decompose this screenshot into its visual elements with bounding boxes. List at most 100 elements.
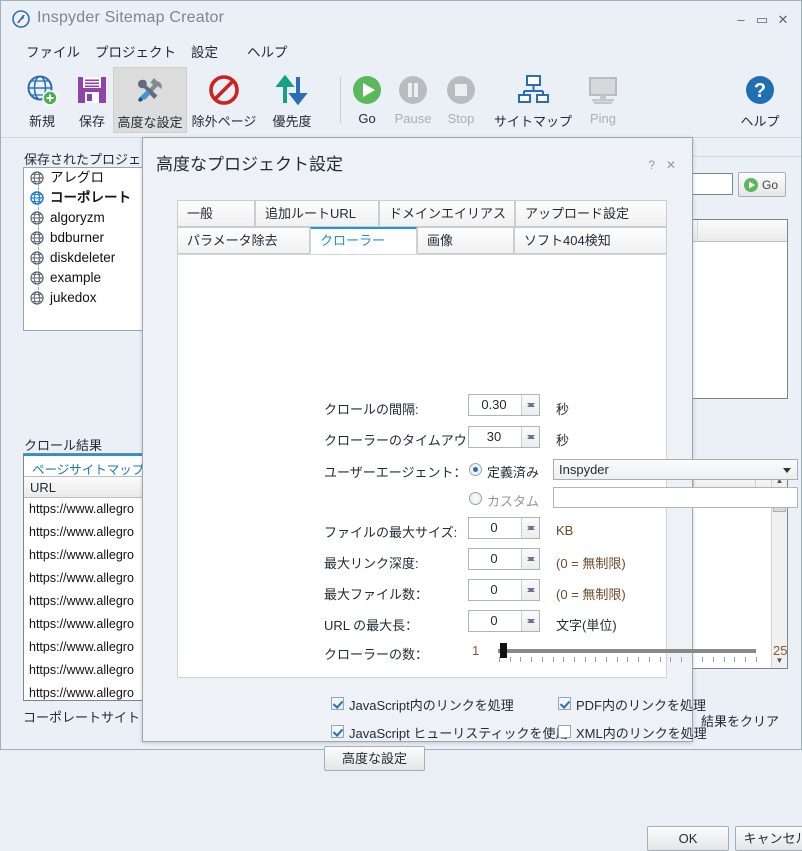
close-button[interactable]: ✕ xyxy=(776,13,790,27)
clear-results-link[interactable]: 結果をクリア xyxy=(701,711,779,730)
custom-user-agent-input[interactable] xyxy=(553,487,798,508)
crawler-count-slider-thumb[interactable] xyxy=(500,643,507,658)
max-file-size-unit: KB xyxy=(556,523,574,538)
tab-row-2: パラメータ除去 クローラー 画像 ソフト404検知 xyxy=(177,227,667,254)
checkbox-label-process-javascript-links[interactable]: JavaScript内のリンクを処理 xyxy=(349,695,514,714)
checkbox-label-process-xml-links[interactable]: XML内のリンクを処理 xyxy=(576,723,707,742)
globe-icon xyxy=(30,191,44,205)
toolbar: 新規 保存 高度な設定 除外ページ 優先度 Go Pause Stop サイトマ… xyxy=(1,65,801,137)
toolbar-label-go: Go xyxy=(358,111,376,126)
toolbar-button-help[interactable]: ? ヘルプ xyxy=(731,67,789,133)
max-link-depth-stepper[interactable] xyxy=(521,549,539,569)
crawl-delay-value: 0.30 xyxy=(481,397,507,412)
max-file-size-stepper[interactable] xyxy=(521,518,539,538)
application-window: Inspyder Sitemap Creator – ▭ ✕ ファイル プロジェ… xyxy=(0,0,802,851)
title-bar: Inspyder Sitemap Creator – ▭ ✕ xyxy=(1,1,801,37)
stepper-down-icon[interactable] xyxy=(522,403,539,415)
crawler-timeout-spinner[interactable]: 30 xyxy=(468,426,540,448)
menu-item-help[interactable]: ヘルプ xyxy=(244,39,291,63)
tab-images[interactable]: 画像 xyxy=(417,227,514,254)
stepper-down-icon[interactable] xyxy=(522,435,539,447)
radio-predefined-user-agent[interactable] xyxy=(469,463,482,476)
dialog-help-icon[interactable]: ? xyxy=(648,158,655,172)
radio-predefined-label[interactable]: 定義済み xyxy=(487,462,539,481)
crawler-timeout-stepper[interactable] xyxy=(521,427,539,447)
tab-domain-alias[interactable]: ドメインエイリアス xyxy=(379,200,515,227)
crawl-delay-unit: 秒 xyxy=(556,402,570,417)
tab-additional-root-url[interactable]: 追加ルートURL xyxy=(255,200,379,227)
app-logo-icon xyxy=(12,10,30,28)
toolbar-button-exclude-pages[interactable]: 除外ページ xyxy=(187,67,261,133)
menu-bar: ファイル プロジェクト 設定 ヘルプ xyxy=(1,39,801,61)
max-files-label: 最大ファイル数： xyxy=(324,587,429,602)
tab-general[interactable]: 一般 xyxy=(177,200,255,227)
advanced-project-settings-dialog: 高度なプロジェクト設定 ? ✕ 一般 追加ルートURL ドメインエイリアス アッ… xyxy=(142,137,802,851)
tab-parameter-removal[interactable]: パラメータ除去 xyxy=(177,227,310,254)
column-header-blank[interactable] xyxy=(698,220,787,241)
menu-item-settings[interactable]: 設定 xyxy=(188,39,221,63)
dialog-close-icon[interactable]: ✕ xyxy=(666,158,676,172)
ok-button[interactable]: OK xyxy=(647,826,729,851)
minimize-button[interactable]: – xyxy=(734,13,748,27)
cancel-button[interactable]: キャンセル xyxy=(735,826,802,851)
globe-icon xyxy=(30,171,44,185)
max-file-size-spinner[interactable]: 0 xyxy=(468,517,540,539)
crawler-timeout-value: 30 xyxy=(486,429,502,444)
stepper-down-icon[interactable] xyxy=(522,588,539,600)
play-icon xyxy=(347,70,387,110)
checkbox-label-process-pdf-links[interactable]: PDF内のリンクを処理 xyxy=(576,695,706,714)
tab-upload-settings[interactable]: アップロード設定 xyxy=(515,200,667,227)
stepper-down-icon[interactable] xyxy=(522,526,539,538)
tab-crawler[interactable]: クローラー xyxy=(310,227,417,254)
toolbar-label-pause: Pause xyxy=(394,111,432,126)
max-url-length-stepper[interactable] xyxy=(521,611,539,631)
toolbar-button-sitemap[interactable]: サイトマップ xyxy=(491,67,575,133)
radio-custom-user-agent[interactable] xyxy=(469,492,482,505)
crawl-delay-stepper[interactable] xyxy=(521,395,539,415)
toolbar-button-priority[interactable]: 優先度 xyxy=(261,67,323,133)
menu-item-project[interactable]: プロジェクト xyxy=(92,39,179,63)
maximize-button[interactable]: ▭ xyxy=(755,13,769,27)
tools-icon xyxy=(114,71,186,111)
go-button[interactable]: Go xyxy=(738,172,786,197)
tab-soft-404[interactable]: ソフト404検知 xyxy=(514,227,667,254)
stop-icon xyxy=(439,70,483,110)
stepper-down-icon[interactable] xyxy=(522,619,539,631)
sitemap-icon xyxy=(491,70,575,110)
max-url-length-label: URL の最大長： xyxy=(324,618,419,633)
checkbox-use-javascript-heuristics[interactable] xyxy=(331,725,344,738)
window-title: Inspyder Sitemap Creator xyxy=(37,9,225,26)
toolbar-button-advanced-settings[interactable]: 高度な設定 xyxy=(113,67,187,133)
max-link-depth-label: 最大リンク深度: xyxy=(324,556,419,571)
max-link-depth-spinner[interactable]: 0 xyxy=(468,548,540,570)
checkbox-label-use-javascript-heuristics[interactable]: JavaScript ヒューリスティックを使用 xyxy=(349,723,569,742)
checkbox-process-xml-links[interactable] xyxy=(558,725,571,738)
menu-item-file[interactable]: ファイル xyxy=(23,39,83,63)
toolbar-button-go[interactable]: Go xyxy=(347,67,387,133)
globe-icon xyxy=(30,291,44,305)
crawler-count-label: クローラーの数： xyxy=(324,647,429,662)
radio-custom-label[interactable]: カスタム xyxy=(487,491,539,510)
max-url-length-value: 0 xyxy=(490,613,498,628)
max-files-spinner[interactable]: 0 xyxy=(468,579,540,601)
checkbox-process-pdf-links[interactable] xyxy=(558,697,571,710)
crawl-result-label: クロール結果 xyxy=(21,435,106,454)
slider-min-label: 1 xyxy=(472,643,480,658)
crawl-delay-spinner[interactable]: 0.30 xyxy=(468,394,540,416)
toolbar-label-help: ヘルプ xyxy=(740,114,780,129)
crawler-timeout-unit: 秒 xyxy=(556,433,570,448)
toolbar-button-stop: Stop xyxy=(439,67,483,133)
toolbar-label-stop: Stop xyxy=(447,111,475,126)
max-files-stepper[interactable] xyxy=(521,580,539,600)
go-button-label: Go xyxy=(762,177,779,192)
stepper-down-icon[interactable] xyxy=(522,557,539,569)
dialog-title: 高度なプロジェクト設定 xyxy=(156,155,343,174)
crawler-count-slider-track[interactable] xyxy=(498,649,756,653)
chevron-down-icon[interactable] xyxy=(783,468,791,473)
pause-icon xyxy=(389,70,437,110)
user-agent-select[interactable]: Inspyder xyxy=(553,459,798,480)
max-url-length-spinner[interactable]: 0 xyxy=(468,610,540,632)
toolbar-label-priority: 優先度 xyxy=(272,114,312,129)
max-file-size-value: 0 xyxy=(490,520,498,535)
checkbox-process-javascript-links[interactable] xyxy=(331,697,344,710)
